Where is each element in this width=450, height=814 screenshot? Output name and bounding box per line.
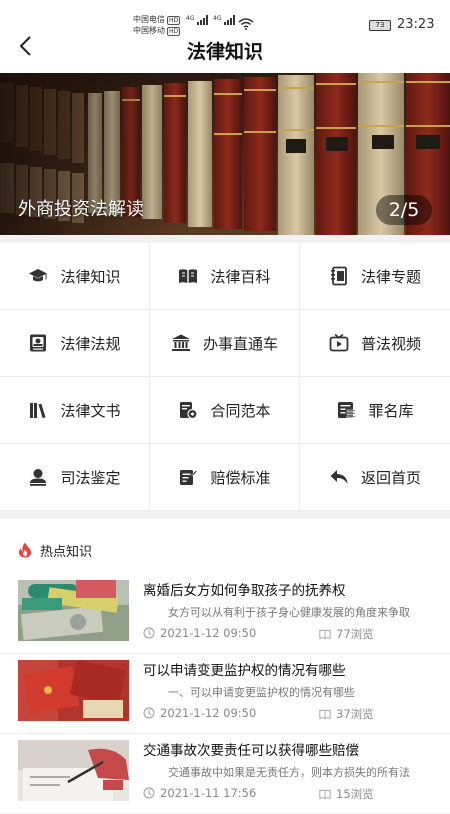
grid-item-legal-documents[interactable]: 法律文书 [0, 377, 150, 444]
news-summary: 女方可以从有利于孩子身心健康发展的角度来争取 [168, 606, 410, 619]
grid-item-law-topics[interactable]: 法律专题 [300, 243, 450, 310]
news-item[interactable]: 离婚后女方如何争取孩子的抚养权 女方可以从有利于孩子身心健康发展的角度来争取 2… [0, 574, 450, 654]
book-views-icon [319, 789, 331, 799]
clock-icon [143, 707, 155, 719]
news-date: 2021-1-12 09:50 [143, 626, 256, 640]
grid-item-label: 法律文书 [60, 401, 121, 420]
news-views: 77浏览 [319, 626, 374, 642]
list-doc-icon [338, 402, 356, 418]
signal-icon-1: 4G [186, 15, 209, 27]
news-views-text: 37浏览 [336, 707, 374, 721]
graduation-cap-icon [29, 269, 48, 282]
grid-item-law-encyclopedia[interactable]: 法律百科 [150, 243, 300, 310]
grid-item-contract-templates[interactable]: 合同范本 [150, 377, 300, 444]
grid-item-compensation-standards[interactable]: 赔偿标准 [150, 444, 300, 511]
banner-page-indicator: 2/5 [376, 195, 432, 225]
signal-icon-2: 4G [213, 15, 236, 27]
clock-icon [143, 787, 155, 799]
signing-thumbnail [18, 740, 129, 801]
news-date-text: 2021-1-12 09:50 [160, 626, 257, 640]
function-grid: 法律知识 法律百科 法律专题 法律法规 办事直通车 普法视频 法律文书 合同范本… [0, 243, 450, 511]
divider [0, 511, 450, 519]
grid-item-return-home[interactable]: 返回首页 [300, 444, 450, 511]
grid-item-label: 司法鉴定 [60, 468, 121, 487]
news-title: 交通事故次要责任可以获得哪些赔偿 [143, 743, 359, 759]
grid-item-label: 法律法规 [60, 334, 121, 353]
grid-item-legal-videos[interactable]: 普法视频 [300, 310, 450, 377]
video-icon [329, 333, 349, 352]
edit-doc-icon [180, 470, 198, 485]
grid-item-charges-database[interactable]: 罪名库 [300, 377, 450, 444]
book-views-icon [319, 629, 331, 639]
news-date: 2021-1-11 17:56 [143, 786, 256, 800]
return-icon [330, 470, 348, 484]
news-item[interactable]: 交通事故次要责任可以获得哪些赔偿 交通事故中如果是无责任方，则本方损失的所有法 … [0, 734, 450, 814]
news-views: 37浏览 [319, 706, 374, 722]
fire-icon [18, 542, 32, 558]
book-views-icon [319, 709, 331, 719]
news-title: 离婚后女方如何争取孩子的抚养权 [143, 583, 346, 599]
carrier-1: 中国电信 [133, 15, 165, 24]
nav-bar: 法律知识 [0, 30, 450, 70]
banner-carousel[interactable]: 外商投资法解读 2/5 [0, 73, 450, 235]
news-summary: 交通事故中如果是无责任方，则本方损失的所有法 [168, 766, 410, 779]
news-date-text: 2021-1-12 09:50 [160, 706, 257, 720]
grid-item-label: 法律百科 [210, 267, 271, 286]
hot-knowledge-header: 热点知识 [18, 530, 92, 570]
banner-caption: 外商投资法解读 [18, 199, 144, 220]
grid-item-law-knowledge[interactable]: 法律知识 [0, 243, 150, 310]
news-date-text: 2021-1-11 17:56 [160, 786, 257, 800]
bank-icon [171, 334, 190, 351]
clock-icon [143, 627, 155, 639]
red-envelope-thumbnail [18, 660, 129, 721]
grid-item-judicial-appraisal[interactable]: 司法鉴定 [0, 444, 150, 511]
grid-item-label: 罪名库 [368, 401, 414, 420]
section-title: 热点知识 [40, 544, 93, 560]
law-book-icon [30, 334, 47, 352]
grid-item-label: 办事直通车 [202, 334, 278, 353]
news-summary: 一、可以申请变更监护权的情况有哪些 [168, 686, 355, 699]
news-title: 可以申请变更监护权的情况有哪些 [143, 663, 346, 679]
contract-icon [180, 402, 199, 420]
divider [0, 235, 450, 243]
news-views-text: 77浏览 [336, 627, 374, 641]
news-date: 2021-1-12 09:50 [143, 706, 256, 720]
user-icon [30, 469, 47, 486]
money-thumbnail [18, 580, 129, 641]
grid-item-label: 合同范本 [210, 401, 271, 420]
hd-badge-1: HD [167, 16, 181, 25]
grid-item-label: 赔偿标准 [210, 468, 271, 487]
grid-item-label: 法律知识 [60, 267, 121, 286]
page-title: 法律知识 [186, 41, 263, 63]
grid-item-label: 法律专题 [360, 267, 421, 286]
books-icon [30, 403, 46, 419]
grid-item-label: 返回首页 [360, 468, 421, 487]
news-item[interactable]: 可以申请变更监护权的情况有哪些 一、可以申请变更监护权的情况有哪些 2021-1… [0, 654, 450, 734]
open-book-icon [179, 269, 198, 283]
grid-item-laws-regulations[interactable]: 法律法规 [0, 310, 150, 377]
grid-item-service-express[interactable]: 办事直通车 [150, 310, 300, 377]
notebook-icon [330, 266, 347, 286]
grid-item-label: 普法视频 [360, 334, 421, 353]
